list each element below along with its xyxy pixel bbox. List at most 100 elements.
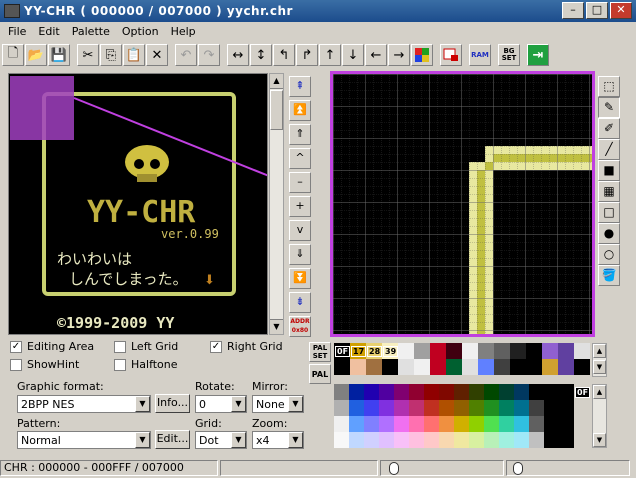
undo-button[interactable]: ↶ bbox=[175, 44, 197, 66]
palette-color-cell[interactable] bbox=[559, 416, 574, 432]
palette-swatch[interactable] bbox=[350, 359, 366, 375]
palette-color-cell[interactable] bbox=[559, 432, 574, 448]
minimize-button[interactable]: – bbox=[562, 2, 584, 19]
bg-set-button[interactable]: BG SET bbox=[498, 44, 520, 66]
tile-edit-button[interactable] bbox=[440, 44, 462, 66]
palette-color-cell[interactable] bbox=[469, 416, 484, 432]
palette-swatch[interactable] bbox=[398, 359, 414, 375]
palette-color-cell[interactable] bbox=[424, 432, 439, 448]
palette-color-cell[interactable] bbox=[364, 416, 379, 432]
palette-color-cell[interactable] bbox=[454, 400, 469, 416]
palette-color-cell[interactable] bbox=[469, 432, 484, 448]
shift-up-button[interactable]: ↑ bbox=[319, 44, 341, 66]
palette-color-cell[interactable] bbox=[544, 416, 559, 432]
palette-color-cell[interactable] bbox=[454, 416, 469, 432]
palette-color-cell[interactable] bbox=[499, 384, 514, 400]
rotate-right-button[interactable]: ↱ bbox=[296, 44, 318, 66]
palette-color-cell[interactable] bbox=[409, 416, 424, 432]
grid-select[interactable]: Dot ▼ bbox=[195, 431, 247, 449]
rect-fill-tool-icon[interactable]: ■ bbox=[598, 160, 620, 181]
editing-area-checkbox[interactable]: ✓ Editing Area bbox=[10, 340, 94, 353]
palette-color-cell[interactable] bbox=[484, 416, 499, 432]
palette-swatch[interactable] bbox=[542, 343, 558, 359]
palette-color-cell[interactable] bbox=[484, 400, 499, 416]
palette-color-cell[interactable] bbox=[439, 400, 454, 416]
palette-swatch[interactable] bbox=[382, 359, 398, 375]
menu-file[interactable]: File bbox=[2, 25, 32, 38]
exit-button[interactable]: ⇥ bbox=[527, 44, 549, 66]
palette-swatch[interactable] bbox=[366, 359, 382, 375]
edit-pattern-button[interactable]: Edit... bbox=[155, 430, 190, 449]
palette-color-cell[interactable] bbox=[364, 432, 379, 448]
palette-color-cell[interactable] bbox=[529, 400, 544, 416]
line-down-button[interactable]: v bbox=[289, 220, 311, 241]
palette-color-cell[interactable] bbox=[439, 432, 454, 448]
page-down-button[interactable]: ⇓ bbox=[289, 244, 311, 265]
delete-button[interactable]: ✕ bbox=[146, 44, 168, 66]
palette-color-cell[interactable] bbox=[349, 416, 364, 432]
plus-button[interactable]: + bbox=[289, 196, 311, 217]
palette-scrollbar[interactable]: ▲ ▼ bbox=[592, 384, 607, 448]
palette-color-cell[interactable] bbox=[349, 400, 364, 416]
palette-view-button[interactable] bbox=[411, 44, 433, 66]
palette-color-cell[interactable] bbox=[469, 384, 484, 400]
palette-color-cell[interactable] bbox=[349, 432, 364, 448]
palette-color-cell[interactable] bbox=[499, 400, 514, 416]
graphic-format-select[interactable]: 2BPP NES ▼ bbox=[17, 395, 151, 413]
pal-button[interactable]: PAL bbox=[309, 364, 331, 384]
palette-color-cell[interactable] bbox=[499, 432, 514, 448]
cut-button[interactable]: ✂ bbox=[77, 44, 99, 66]
palette-color-cell[interactable] bbox=[439, 416, 454, 432]
page-up-button[interactable]: ⇑ bbox=[289, 124, 311, 145]
palette-color-cell[interactable] bbox=[484, 432, 499, 448]
palette-color-cell[interactable] bbox=[379, 416, 394, 432]
fill-tool-icon[interactable]: 🪣 bbox=[598, 265, 620, 286]
shift-right-button[interactable]: → bbox=[388, 44, 410, 66]
palette-row-scrollbar[interactable]: ▲ ▼ bbox=[592, 343, 607, 377]
rect-tool-icon[interactable]: □ bbox=[598, 202, 620, 223]
save-file-button[interactable]: 💾 bbox=[48, 44, 70, 66]
halftone-checkbox[interactable]: Halftone bbox=[114, 358, 178, 371]
palette-swatch[interactable] bbox=[574, 359, 590, 375]
palette-color-cell[interactable] bbox=[484, 384, 499, 400]
palette-color-cell[interactable] bbox=[349, 384, 364, 400]
page-up-fast-button[interactable]: ⏫ bbox=[289, 100, 311, 121]
palette-swatch[interactable] bbox=[446, 359, 462, 375]
rotate-left-button[interactable]: ↰ bbox=[273, 44, 295, 66]
redo-button[interactable]: ↷ bbox=[198, 44, 220, 66]
palette-color-cell[interactable] bbox=[514, 384, 529, 400]
palette-swatch[interactable] bbox=[558, 359, 574, 375]
palette-color-cell[interactable] bbox=[544, 384, 559, 400]
scroll-down-arrow[interactable]: ▼ bbox=[270, 319, 283, 334]
close-button[interactable]: ✕ bbox=[610, 2, 632, 19]
scroll-down-arrow[interactable]: ▼ bbox=[593, 433, 606, 447]
palette-swatch[interactable] bbox=[334, 359, 350, 375]
page-bottom-button[interactable]: ⇟ bbox=[289, 292, 311, 313]
palette-color-cell[interactable] bbox=[514, 416, 529, 432]
line-tool-icon[interactable]: ╱ bbox=[598, 139, 620, 160]
palette-color-cell[interactable] bbox=[364, 400, 379, 416]
page-top-button[interactable]: ⇞ bbox=[289, 76, 311, 97]
palette-color-cell[interactable] bbox=[529, 432, 544, 448]
show-hint-checkbox[interactable]: ShowHint bbox=[10, 358, 79, 371]
palette-color-cell[interactable] bbox=[544, 432, 559, 448]
flip-vertical-button[interactable]: ↕ bbox=[250, 44, 272, 66]
left-grid-checkbox[interactable]: Left Grid bbox=[114, 340, 178, 353]
maximize-button[interactable]: □ bbox=[586, 2, 608, 19]
palette-color-cell[interactable] bbox=[559, 384, 574, 400]
pixel-editor[interactable] bbox=[330, 71, 595, 337]
mirror-select[interactable]: None ▼ bbox=[252, 395, 304, 413]
palette-color-cell[interactable] bbox=[529, 416, 544, 432]
palette-color-cell[interactable] bbox=[394, 400, 409, 416]
palette-swatch[interactable] bbox=[414, 359, 430, 375]
rotate-select[interactable]: 0 ▼ bbox=[195, 395, 247, 413]
palette-swatch[interactable] bbox=[542, 359, 558, 375]
palette-color-cell[interactable] bbox=[424, 416, 439, 432]
palette-color-cell[interactable] bbox=[394, 384, 409, 400]
address-button[interactable]: ADDR 0x80 bbox=[289, 316, 311, 337]
select-tool-icon[interactable]: ⬚ bbox=[598, 76, 620, 97]
palette-color-cell[interactable] bbox=[454, 384, 469, 400]
copy-button[interactable]: ⎘ bbox=[100, 44, 122, 66]
pen-fine-tool-icon[interactable]: ✐ bbox=[598, 118, 620, 139]
palette-color-cell[interactable] bbox=[454, 432, 469, 448]
